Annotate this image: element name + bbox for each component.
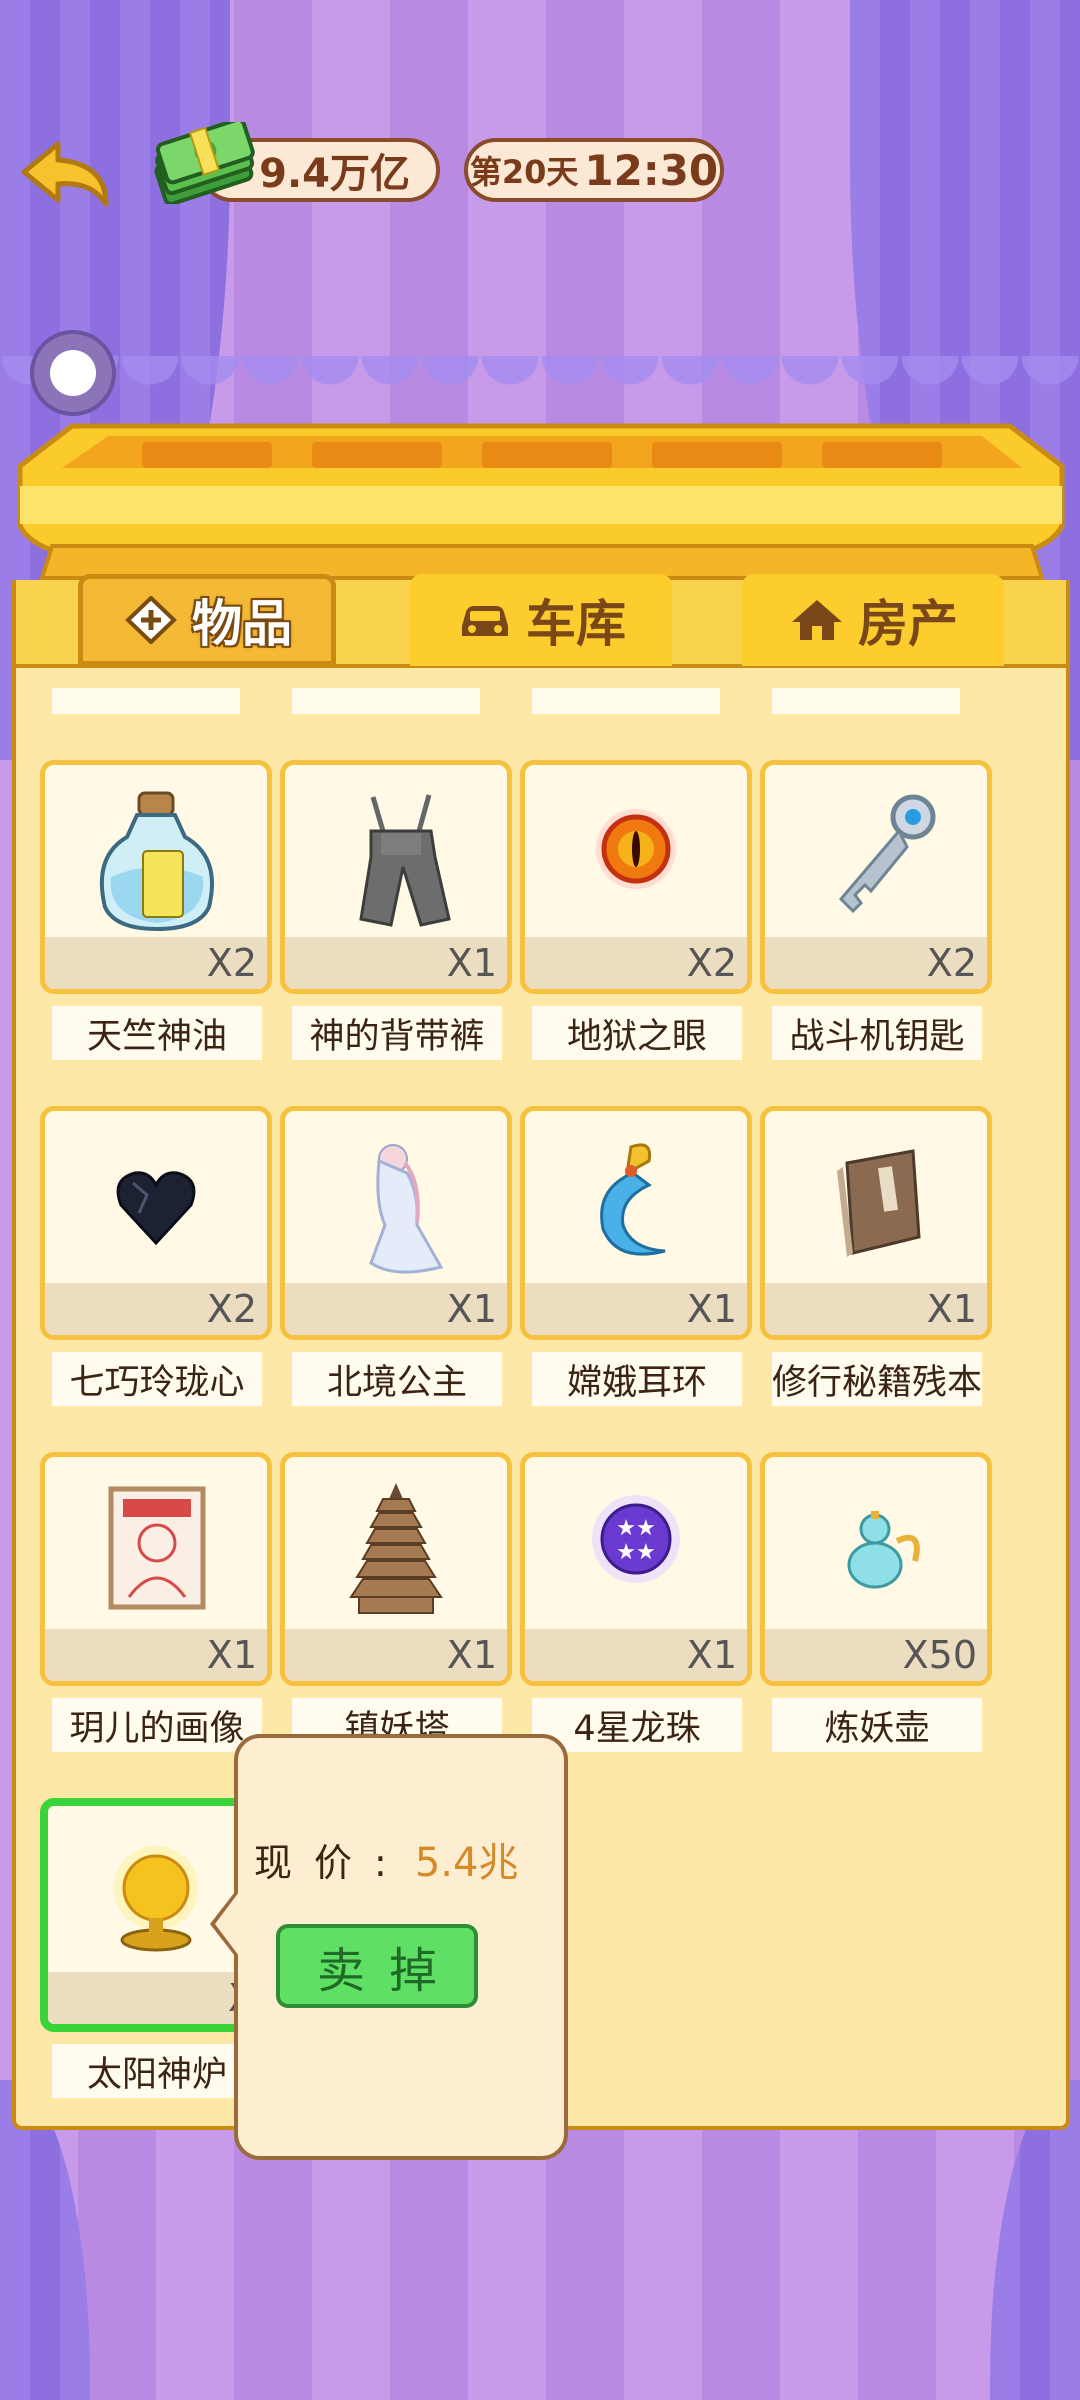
item-card[interactable]: X2 <box>520 760 752 994</box>
item-qty: X2 <box>926 941 977 985</box>
item-qty: X2 <box>206 1287 257 1331</box>
item-card[interactable]: X2 <box>760 760 992 994</box>
item-qty: X50 <box>902 1633 977 1677</box>
item-qty: X1 <box>686 1633 737 1677</box>
diamond-plus-icon <box>125 596 177 644</box>
key-icon <box>838 794 936 914</box>
item-slot[interactable]: ★★ ★★ X1 4星龙珠 <box>520 1452 752 1752</box>
tab-garage-label: 车库 <box>526 595 626 653</box>
price-row: 现价: 5.4兆 <box>254 1830 518 1888</box>
overalls-icon <box>359 794 451 927</box>
item-qty: X1 <box>926 1287 977 1331</box>
item-qty: X2 <box>686 941 737 985</box>
item-card[interactable]: ★★ ★★ X1 <box>520 1452 752 1686</box>
house-icon <box>792 600 842 640</box>
partial-label <box>532 688 720 714</box>
earring-icon <box>600 1143 666 1256</box>
tab-items[interactable]: 物品 <box>78 574 336 666</box>
tab-garage[interactable]: 车库 <box>410 574 672 666</box>
item-name: 玥儿的画像 <box>52 1698 262 1752</box>
item-card[interactable]: X2 <box>40 1106 272 1340</box>
tab-items-label: 物品 <box>192 595 292 653</box>
day-time-display: 第20天 12:30 <box>464 138 724 202</box>
item-slot[interactable]: X2 战斗机钥匙 <box>760 760 992 1060</box>
sell-button[interactable]: 卖掉 <box>276 1924 478 2008</box>
svg-text:★★: ★★ <box>616 1540 655 1565</box>
item-slot[interactable]: X1 嫦娥耳环 <box>520 1106 752 1406</box>
popup-pointer <box>210 1888 239 1960</box>
cash-stack-icon <box>154 122 255 204</box>
item-slot[interactable]: X1 镇妖塔 <box>280 1452 512 1752</box>
item-qty: X2 <box>206 941 257 985</box>
item-card[interactable]: X1 <box>40 1452 272 1686</box>
item-card[interactable]: X1 <box>280 1452 512 1686</box>
partial-label <box>292 688 480 714</box>
item-qty: X1 <box>446 941 497 985</box>
item-card[interactable]: X1 <box>280 760 512 994</box>
svg-text:★★: ★★ <box>616 1516 655 1541</box>
price-value: 5.4兆 <box>414 1840 519 1886</box>
day-label: 第20天 <box>469 153 579 191</box>
item-card[interactable]: X2 <box>40 760 272 994</box>
partial-label <box>772 688 960 714</box>
item-name: 炼妖壶 <box>772 1698 982 1752</box>
tab-property[interactable]: 房产 <box>742 574 1004 666</box>
item-qty: X1 <box>206 1633 257 1677</box>
item-name: 七巧玲珑心 <box>52 1352 262 1406</box>
item-card[interactable]: X1 <box>760 1106 992 1340</box>
item-name: 地狱之眼 <box>532 1006 742 1060</box>
back-arrow-icon[interactable] <box>18 138 114 210</box>
item-slot[interactable]: X2 天竺神油 <box>40 760 272 1060</box>
item-slot[interactable]: X2 地狱之眼 <box>520 760 752 1060</box>
item-slot[interactable]: X1 神的背带裤 <box>280 760 512 1060</box>
item-slot[interactable]: X2 七巧玲珑心 <box>40 1106 272 1406</box>
sell-popup: 现价: 5.4兆 卖掉 <box>234 1734 568 2160</box>
gourd-icon <box>847 1511 920 1589</box>
toggle-button[interactable] <box>30 330 116 416</box>
scrolled-off-labels <box>52 688 960 714</box>
item-qty: X1 <box>446 1633 497 1677</box>
item-card[interactable]: X1 <box>280 1106 512 1340</box>
item-name: 战斗机钥匙 <box>772 1006 982 1060</box>
shop-roof <box>17 423 1065 580</box>
princess-icon <box>369 1144 444 1274</box>
item-slot[interactable]: X1 北境公主 <box>280 1106 512 1406</box>
item-name: 天竺神油 <box>52 1006 262 1060</box>
oil-bottle-icon <box>99 791 214 932</box>
item-qty: X1 <box>686 1287 737 1331</box>
portrait-icon <box>108 1486 206 1610</box>
item-name: 嫦娥耳环 <box>532 1352 742 1406</box>
item-slot[interactable]: X1 玥儿的画像 <box>40 1452 272 1752</box>
item-name: 太阳神炉 <box>52 2044 262 2098</box>
money-value: 9.4万亿 <box>259 151 410 197</box>
time-label: 12:30 <box>584 145 719 195</box>
dragon-ball-icon: ★★ ★★ <box>592 1495 680 1583</box>
price-label: 现价: <box>254 1840 409 1885</box>
item-card[interactable]: X1 <box>520 1106 752 1340</box>
black-heart-gem-icon <box>116 1171 196 1246</box>
partial-label <box>52 688 240 714</box>
pagoda-icon <box>349 1483 443 1614</box>
car-icon <box>462 606 508 636</box>
book-icon <box>837 1149 921 1257</box>
item-card[interactable]: X50 <box>760 1452 992 1686</box>
sun-furnace-icon <box>114 1846 198 1952</box>
item-qty: X1 <box>446 1287 497 1331</box>
item-slot[interactable]: X1 修行秘籍残本 <box>760 1106 992 1406</box>
fire-eye-icon <box>596 809 676 889</box>
item-name: 神的背带裤 <box>292 1006 502 1060</box>
tab-property-label: 房产 <box>858 595 958 653</box>
item-slot[interactable]: X50 炼妖壶 <box>760 1452 992 1752</box>
item-name: 修行秘籍残本 <box>772 1352 982 1406</box>
curtain-valance <box>0 356 1080 396</box>
item-name: 北境公主 <box>292 1352 502 1406</box>
item-name: 4星龙珠 <box>532 1698 742 1752</box>
